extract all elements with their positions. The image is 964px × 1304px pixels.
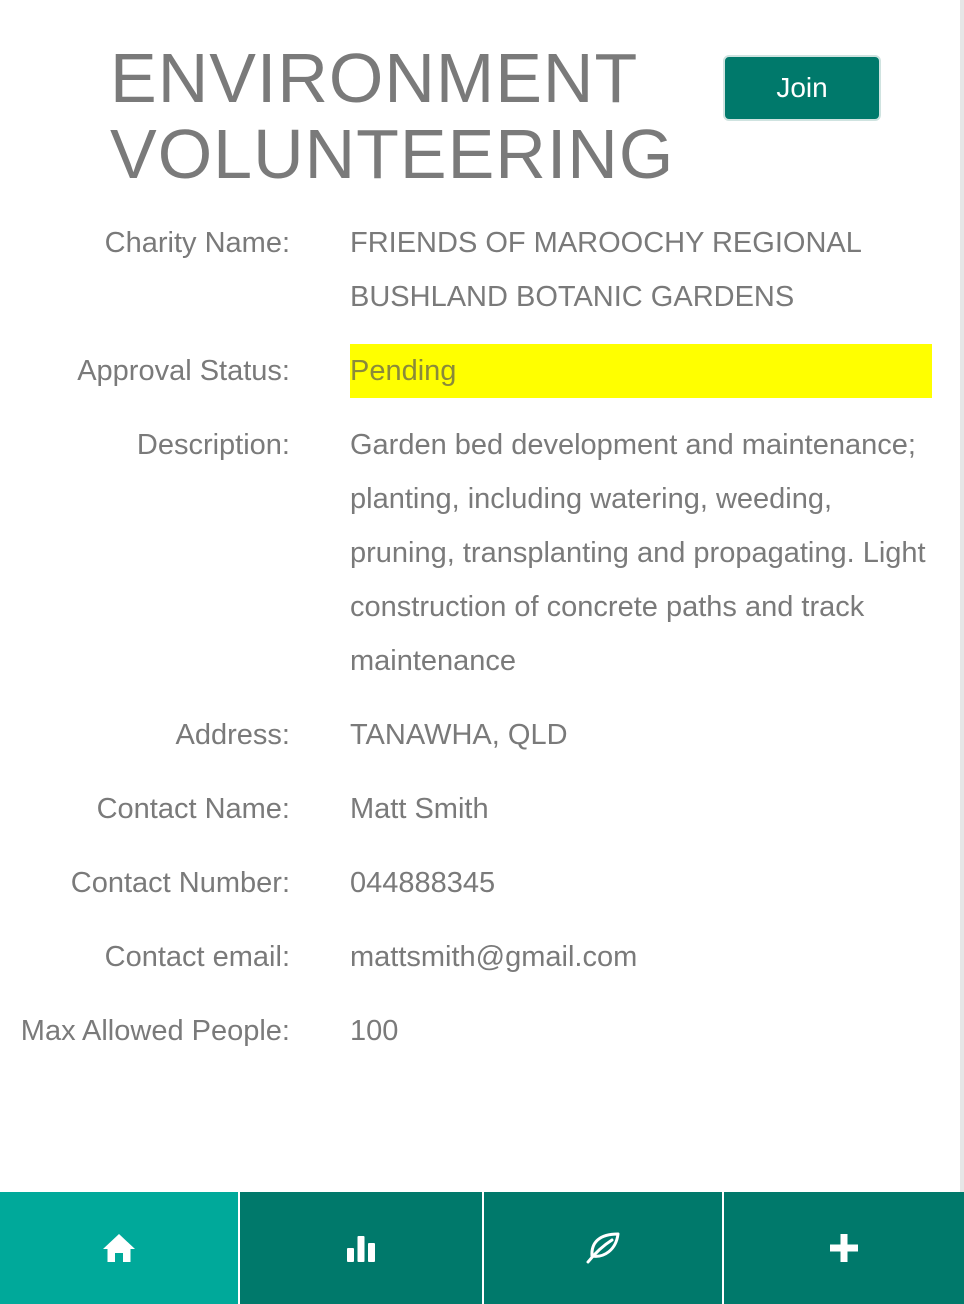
max-allowed-people-value: 100 — [350, 1015, 399, 1047]
plus-icon — [830, 1234, 858, 1262]
approval-status-label: Approval Status: — [77, 355, 290, 387]
contact-name-value: Matt Smith — [350, 793, 489, 825]
approval-status-value: Pending — [350, 344, 932, 398]
charity-name-value: FRIENDS OF MAROOCHY REGIONAL BUSHLAND BO… — [350, 227, 861, 313]
page-title-line2: VOLUNTEERING — [110, 115, 675, 193]
description-label: Description: — [136, 429, 290, 461]
home-icon — [103, 1234, 135, 1262]
page-title-line1: ENVIRONMENT — [110, 39, 639, 117]
bar-chart-icon — [347, 1236, 375, 1262]
address-label: Address: — [175, 719, 290, 751]
nav-environment[interactable] — [484, 1192, 724, 1304]
detail-row-approval-status: Approval Status: Pending — [0, 344, 964, 398]
contact-number-label: Contact Number: — [70, 867, 290, 899]
contact-number-value: 044888345 — [350, 867, 496, 899]
nav-stats[interactable] — [240, 1192, 484, 1304]
nav-home[interactable] — [0, 1192, 240, 1304]
contact-name-label: Contact Name: — [96, 793, 290, 825]
join-button[interactable]: Join — [723, 55, 881, 121]
detail-row-charity-name: Charity Name: FRIENDS OF MAROOCHY REGION… — [0, 216, 964, 324]
detail-row-description: Description: Garden bed development and … — [0, 418, 964, 688]
volunteering-detail-page: ENVIRONMENT VOLUNTEERING Join Charity Na… — [0, 0, 964, 1304]
detail-row-contact-email: Contact email: mattsmith@gmail.com — [0, 930, 964, 984]
page-title: ENVIRONMENT VOLUNTEERING — [110, 40, 674, 192]
max-allowed-people-label: Max Allowed People: — [20, 1015, 290, 1047]
detail-row-contact-name: Contact Name: Matt Smith — [0, 782, 964, 836]
contact-email-value: mattsmith@gmail.com — [350, 941, 638, 973]
contact-email-label: Contact email: — [104, 941, 290, 973]
bottom-nav — [0, 1192, 964, 1304]
details-list: Charity Name: FRIENDS OF MAROOCHY REGION… — [0, 216, 964, 1078]
charity-name-label: Charity Name: — [104, 227, 290, 259]
nav-add[interactable] — [724, 1192, 964, 1304]
description-value: Garden bed development and maintenance; … — [350, 429, 926, 677]
address-value: TANAWHA, QLD — [350, 719, 568, 751]
detail-row-address: Address: TANAWHA, QLD — [0, 708, 964, 762]
detail-row-max-allowed-people: Max Allowed People: 100 — [0, 1004, 964, 1058]
detail-row-contact-number: Contact Number: 044888345 — [0, 856, 964, 910]
leaf-icon — [586, 1232, 620, 1264]
